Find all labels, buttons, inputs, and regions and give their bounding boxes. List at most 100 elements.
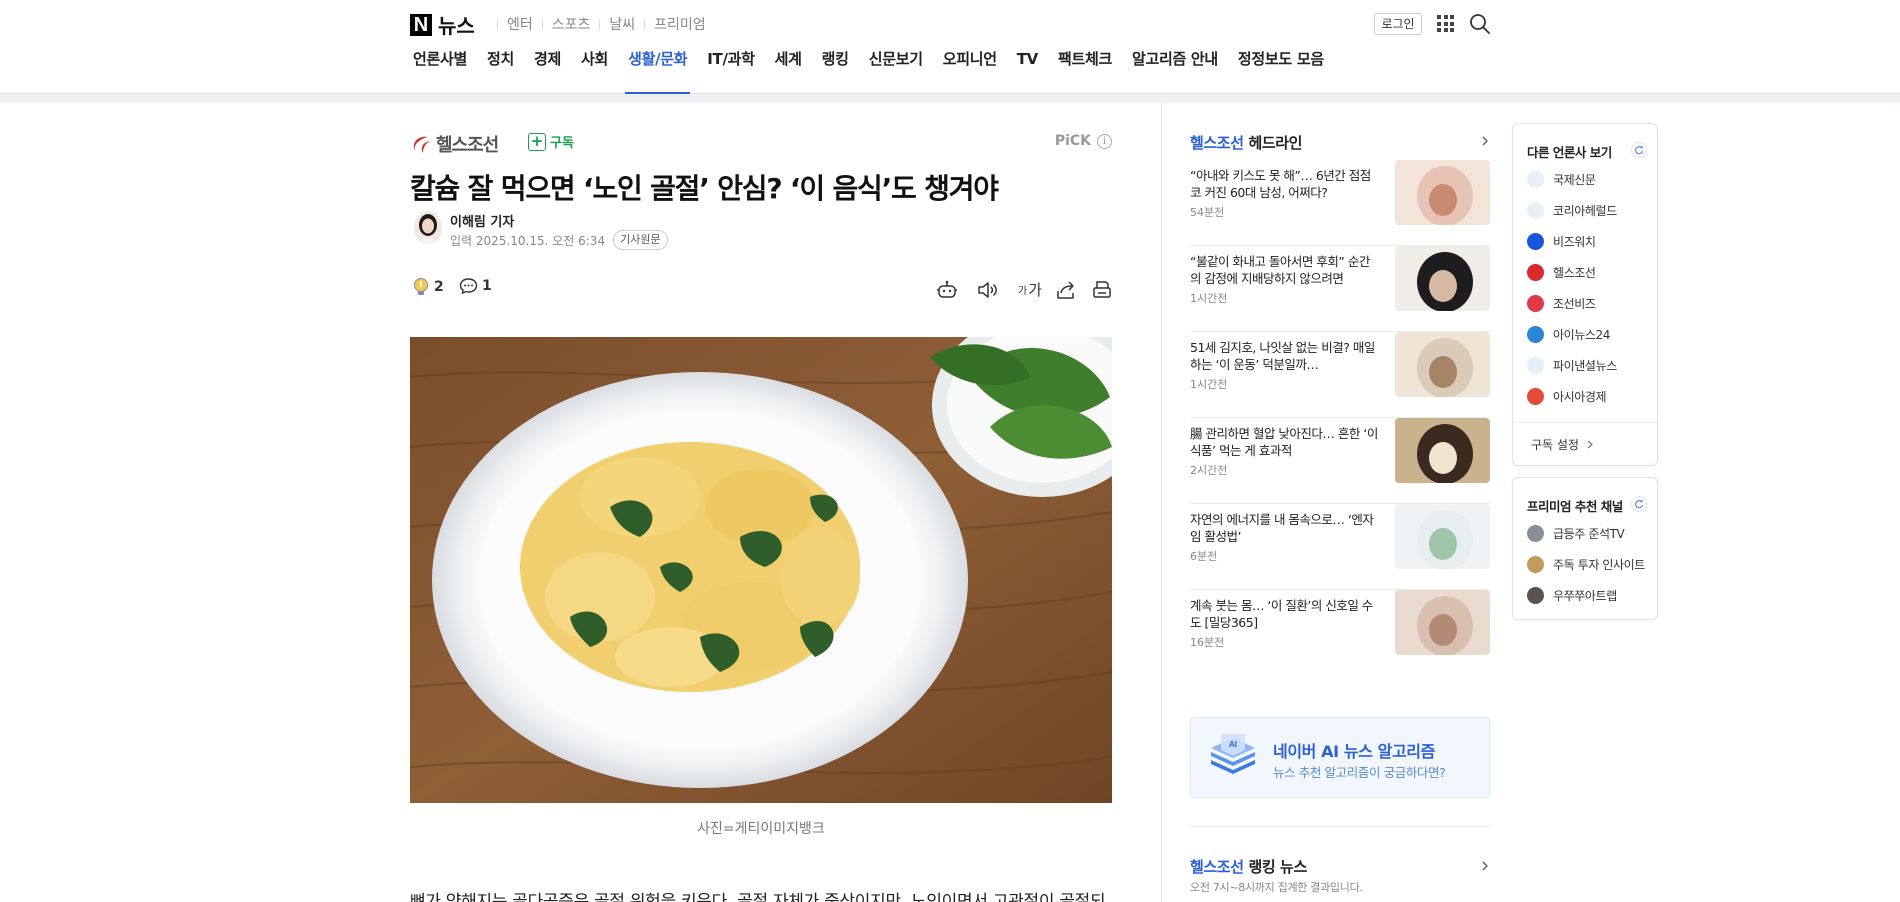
ai-stack-icon: AI	[1211, 734, 1255, 774]
svg-text:AI: AI	[1229, 740, 1237, 749]
headline-item[interactable]: “불같이 화내고 돌아서면 후회” 순간의 감정에 지배당하지 않으려면 1시간전	[1190, 246, 1490, 332]
ranking-title: 랭킹 뉴스	[1248, 858, 1307, 876]
subscribe-button[interactable]: + 구독	[528, 132, 574, 151]
service-link-weather[interactable]: 날씨	[609, 14, 635, 34]
other-press-item[interactable]: 아시아경제	[1527, 388, 1607, 405]
headline-item[interactable]: “아내와 키스도 못 해”… 6년간 점점 코 커진 60대 남성, 어쩌다? 5…	[1190, 160, 1490, 246]
print-icon[interactable]	[1091, 279, 1113, 301]
headline-item-title: 계속 붓는 몸… ‘이 질환’의 신호일 수도 [밀당365]	[1190, 598, 1373, 630]
nav-item[interactable]: 사회	[578, 46, 611, 94]
press-row: 헬스조선 + 구독 PiCK i	[410, 131, 1112, 157]
byline: 이해림 기자 입력 2025.10.15. 오전 6:34 기사원문	[410, 209, 810, 250]
other-press-name: 국제신문	[1553, 173, 1596, 187]
other-press-item[interactable]: 코리아헤럴드	[1527, 202, 1617, 219]
other-press-item[interactable]: 파이낸셜뉴스	[1527, 357, 1617, 374]
logo-text: 뉴스	[438, 14, 475, 38]
text-to-speech-icon[interactable]	[976, 279, 998, 301]
headline-item-title: “불같이 화내고 돌아서면 후회” 순간의 감정에 지배당하지 않으려면	[1190, 254, 1370, 286]
reporter-name[interactable]: 이해림 기자	[450, 211, 514, 230]
channel-avatar	[1527, 556, 1544, 573]
ai-summary-bot-icon[interactable]	[936, 279, 958, 301]
section-nav: 언론사별 정치 경제 사회 생활/문화 IT/과학 세계 랭킹 신문보기 오피니언 TV 팩트체크 알고…	[0, 46, 1900, 94]
headline-item[interactable]: 腸 관리하면 혈압 낮아진다… 흔한 ‘이 식품’ 먹는 게 효과적 2시간전	[1190, 418, 1490, 504]
other-press-item[interactable]: 아이뉴스24	[1527, 326, 1610, 343]
search-icon[interactable]	[1468, 12, 1492, 36]
headline-item-title: 51세 김지호, 나잇살 없는 비결? 매일 하는 ‘이 운동’ 덕분일까…	[1190, 340, 1375, 372]
press-logo-icon	[1527, 295, 1544, 312]
top-bar: N 뉴스 엔터 스포츠 날씨 프리미엄 로그인	[0, 0, 1900, 46]
refresh-icon[interactable]	[1631, 142, 1647, 158]
subscribe-label: 구독	[550, 136, 574, 151]
press-logo-icon	[1527, 326, 1544, 343]
premium-channel-item[interactable]: 급등주 준석TV	[1527, 525, 1625, 542]
headline-item[interactable]: 계속 붓는 몸… ‘이 질환’의 신호일 수도 [밀당365] 16분전	[1190, 590, 1490, 723]
other-press-item[interactable]: 비즈워치	[1527, 233, 1596, 250]
nav-item[interactable]: 팩트체크	[1055, 46, 1115, 94]
service-link-premium[interactable]: 프리미엄	[654, 14, 706, 34]
premium-channel-item[interactable]: 우쭈쭈아트랩	[1527, 587, 1617, 604]
article-photo[interactable]	[410, 337, 1112, 803]
press-logo[interactable]: 헬스조선	[410, 131, 499, 157]
other-press-name: 코리아헤럴드	[1553, 204, 1617, 218]
other-press-item[interactable]: 조선비즈	[1527, 295, 1596, 312]
nav-item[interactable]: 랭킹	[819, 46, 852, 94]
service-links: 엔터 스포츠 날씨 프리미엄	[488, 14, 706, 34]
headline-thumbnail[interactable]	[1395, 590, 1490, 655]
nav-item[interactable]: 생활/문화	[625, 46, 691, 94]
subscription-settings-link[interactable]: 구독 설정	[1531, 436, 1594, 453]
chevron-right-icon[interactable]	[1480, 136, 1490, 146]
login-button[interactable]: 로그인	[1374, 13, 1422, 35]
nav-item[interactable]: 알고리즘 안내	[1129, 46, 1221, 94]
nav-item[interactable]: 정치	[484, 46, 517, 94]
headline-item-title: 자연의 에너지를 내 몸속으로… ‘엔자임 활성법’	[1190, 512, 1374, 544]
nav-item[interactable]: TV	[1014, 46, 1041, 94]
service-link-entertainment[interactable]: 엔터	[507, 14, 533, 34]
chevron-right-icon	[1587, 440, 1593, 449]
nav-item[interactable]: 신문보기	[866, 46, 926, 94]
headline-thumbnail[interactable]	[1395, 504, 1490, 569]
nav-item[interactable]: 세계	[772, 46, 805, 94]
like-button[interactable]: 2	[412, 277, 444, 297]
nav-item[interactable]: IT/과학	[704, 46, 757, 94]
other-press-name: 조선비즈	[1553, 297, 1596, 311]
chevron-right-icon[interactable]	[1480, 861, 1490, 871]
refresh-icon[interactable]	[1631, 496, 1647, 512]
apps-grid-icon[interactable]	[1437, 15, 1454, 32]
headline-thumbnail[interactable]	[1395, 418, 1490, 483]
share-icon[interactable]	[1055, 279, 1077, 301]
nav-item[interactable]: 경제	[531, 46, 564, 94]
premium-channel-name: 우쭈쭈아트랩	[1553, 589, 1617, 603]
divider	[599, 18, 601, 30]
original-article-button[interactable]: 기사원문	[613, 230, 668, 250]
nav-item[interactable]: 언론사별	[410, 46, 470, 94]
press-logo-icon	[1527, 233, 1544, 250]
headline-item[interactable]: 자연의 에너지를 내 몸속으로… ‘엔자임 활성법’ 6분전	[1190, 504, 1490, 590]
card-footer: 구독 설정	[1513, 422, 1657, 466]
comment-button[interactable]: 1	[459, 277, 492, 295]
nav-item[interactable]: 정정보도 모음	[1235, 46, 1327, 94]
naver-news-logo[interactable]: N 뉴스	[410, 10, 475, 39]
headline-thumbnail[interactable]	[1395, 160, 1490, 225]
ai-algorithm-banner[interactable]: AI 네이버 AI 뉴스 알고리즘 뉴스 추천 알고리즘이 궁금하다면?	[1190, 717, 1490, 798]
info-icon[interactable]: i	[1097, 133, 1112, 149]
headline-thumbnail[interactable]	[1395, 332, 1490, 397]
headline-item[interactable]: 51세 김지호, 나잇살 없는 비결? 매일 하는 ‘이 운동’ 덕분일까… 1시…	[1190, 332, 1490, 418]
other-press-item[interactable]: 헬스조선	[1527, 264, 1596, 281]
headline-brand: 헬스조선	[1190, 134, 1244, 152]
pick-badge[interactable]: PiCK i	[1055, 133, 1112, 149]
column-divider	[1161, 103, 1162, 902]
font-size-label: 가	[1028, 281, 1043, 299]
headline-item-time: 1시간전	[1190, 378, 1228, 391]
headline-thumbnail[interactable]	[1395, 246, 1490, 311]
premium-channel-item[interactable]: 주독 투자 인사이트	[1527, 556, 1645, 573]
ranking-section-title[interactable]: 헬스조선 랭킹 뉴스	[1190, 856, 1307, 877]
headline-section-title[interactable]: 헬스조선 헤드라인	[1190, 132, 1302, 153]
nav-item[interactable]: 오피니언	[940, 46, 1000, 94]
service-link-sports[interactable]: 스포츠	[552, 14, 591, 34]
headline-item-time: 2시간전	[1190, 464, 1228, 477]
font-size-button[interactable]: 가 가	[1018, 279, 1042, 300]
other-press-item[interactable]: 국제신문	[1527, 171, 1596, 188]
reporter-avatar[interactable]	[414, 211, 442, 245]
other-press-name: 헬스조선	[1553, 266, 1596, 280]
date-row: 입력 2025.10.15. 오전 6:34 기사원문	[450, 230, 668, 250]
